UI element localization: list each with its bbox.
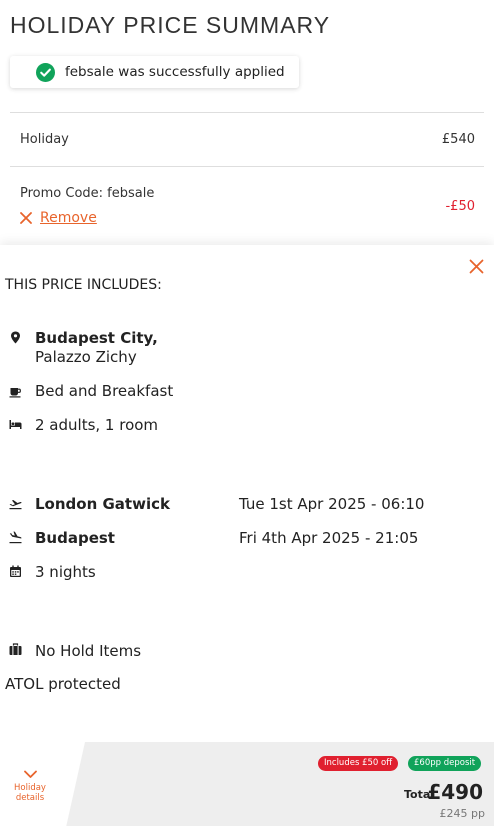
board-basis: Bed and Breakfast	[35, 382, 174, 400]
holiday-price-value: £540	[441, 132, 475, 147]
page-title: HOLIDAY PRICE SUMMARY	[10, 12, 331, 38]
close-icon[interactable]	[469, 259, 484, 274]
calendar-icon	[10, 565, 21, 577]
holiday-details-label: Holiday details	[14, 783, 46, 803]
return-date: Fri 4th Apr 2025 - 21:05	[239, 529, 419, 547]
divider	[10, 166, 484, 167]
remove-promo-button[interactable]: Remove	[20, 210, 97, 226]
check-circle-icon	[36, 62, 55, 82]
atol-protection-text: ATOL protected	[5, 675, 121, 693]
outbound-date: Tue 1st Apr 2025 - 06:10	[239, 495, 425, 513]
luggage-icon	[9, 643, 22, 655]
deposit-badge: £60pp deposit	[408, 756, 482, 771]
chevron-down-icon	[24, 770, 37, 778]
promo-discount-value: -£50	[445, 199, 475, 214]
map-pin-icon	[11, 331, 20, 344]
holiday-price-label: Holiday	[20, 132, 69, 147]
plane-takeoff-icon	[9, 500, 22, 510]
promo-success-toast: febsale was successfully applied	[10, 56, 299, 88]
price-includes-panel: THIS PRICE INCLUDES: Budapest City, Pala…	[0, 245, 494, 745]
remove-promo-label: Remove	[40, 210, 97, 226]
hold-items: No Hold Items	[35, 642, 142, 660]
promo-code-label: Promo Code: febsale	[20, 186, 155, 201]
per-person-price: £245 pp	[439, 807, 485, 820]
total-price: £490	[427, 780, 483, 804]
outbound-airport: London Gatwick	[35, 495, 170, 513]
occupancy: 2 adults, 1 room	[35, 416, 159, 434]
plane-landing-icon	[9, 531, 22, 544]
coffee-cup-icon	[9, 388, 21, 398]
nights: 3 nights	[35, 563, 96, 581]
hotel-city: Budapest City,	[35, 329, 158, 347]
includes-heading: THIS PRICE INCLUDES:	[5, 277, 162, 293]
bed-icon	[9, 420, 22, 429]
price-footer-bar: Holiday details Includes £50 off £60pp d…	[0, 742, 494, 826]
divider	[10, 112, 484, 113]
discount-badge: Includes £50 off	[318, 756, 399, 771]
promo-success-text: febsale was successfully applied	[65, 64, 285, 80]
close-icon	[20, 212, 32, 224]
hotel-name: Palazzo Zichy	[35, 348, 137, 366]
holiday-details-toggle[interactable]: Holiday details	[0, 742, 85, 826]
return-airport: Budapest	[35, 529, 115, 547]
